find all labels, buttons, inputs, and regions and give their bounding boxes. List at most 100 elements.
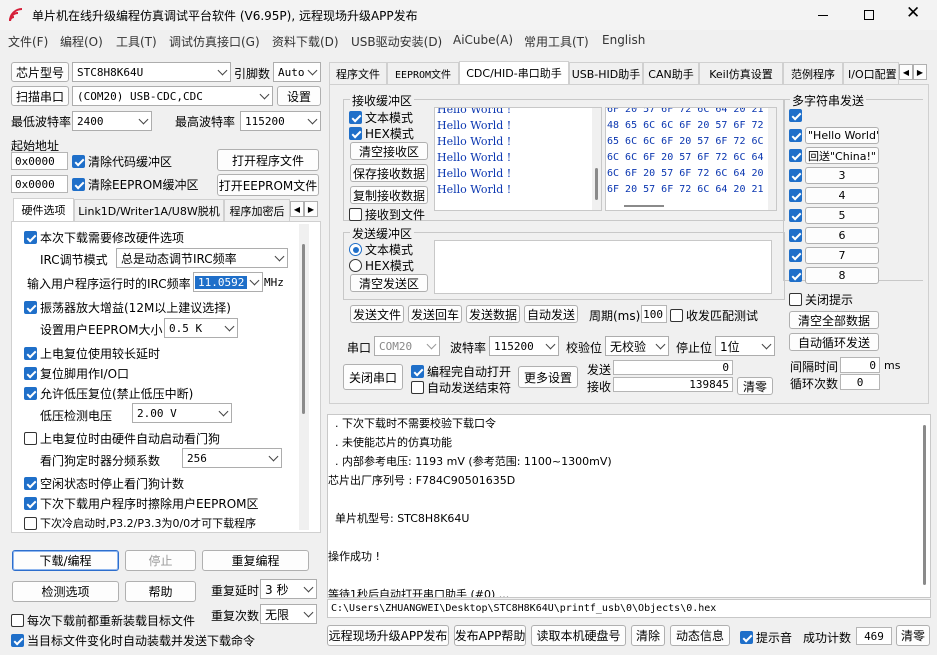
auto-load-on-change-checkbox[interactable]: 当目标文件变化时自动装载并发送下载命令 [11, 632, 255, 649]
period-input[interactable]: 100 [641, 305, 667, 323]
wdt-divider-select[interactable]: 256 [182, 448, 282, 468]
recv-hex-mode-checkbox[interactable]: HEX模式 [349, 125, 414, 142]
multi-string-checkbox[interactable] [789, 189, 802, 202]
receive-text-area[interactable]: Hello World ! Hello World ! Hello World … [434, 107, 602, 211]
menu-tools[interactable]: 工具(T) [116, 33, 157, 50]
menu-download[interactable]: 资料下载(D) [272, 33, 339, 50]
close-tip-checkbox[interactable]: 关闭提示 [789, 291, 853, 308]
output-log[interactable]: . 下次下载时不需要校验下载口令 . 未使能芯片的仿真功能 . 内部参考电压: … [327, 414, 931, 598]
reload-before-download-checkbox[interactable]: 每次下载前都重新装载目标文件 [11, 612, 195, 629]
menu-english[interactable]: English [602, 33, 645, 47]
long-reset-delay-checkbox[interactable]: 上电复位使用较长延时 [24, 345, 160, 362]
receive-hex-scrollbar[interactable] [768, 108, 776, 210]
send-text-area[interactable] [434, 240, 772, 294]
irc-mode-select[interactable]: 总是动态调节IRC频率 [116, 248, 288, 268]
auto-loop-send-button[interactable]: 自动循环发送 [789, 333, 879, 351]
multi-string-checkbox[interactable] [789, 129, 802, 142]
auto-send-terminator-checkbox[interactable]: 自动发送结束符 [411, 379, 511, 396]
repeat-delay-select[interactable]: 3 秒 [260, 579, 317, 599]
receive-text-scrollbar[interactable] [592, 108, 601, 210]
minimize-button[interactable] [800, 0, 846, 30]
multi-string-send-button[interactable]: 6 [805, 227, 879, 244]
tab-keil-settings[interactable]: Keil仿真设置 [699, 62, 783, 84]
parity-select[interactable]: 无校验 [605, 336, 669, 356]
right-tab-scroll-left-button[interactable]: ◀ [899, 64, 913, 80]
erase-eeprom-checkbox[interactable]: 下次下载用户程序时擦除用户EEPROM区 [24, 495, 259, 512]
menu-file[interactable]: 文件(F) [8, 33, 48, 50]
baud-rate-select[interactable]: 115200 [489, 336, 559, 356]
port-settings-button[interactable]: 设置 [277, 86, 321, 106]
send-cr-button[interactable]: 发送回车 [408, 305, 462, 323]
scan-port-button[interactable]: 扫描串口 [11, 86, 69, 106]
p32-p33-download-checkbox[interactable]: 下次冷启动时,P3.2/P3.3为0/0才可下载程序 [24, 515, 256, 531]
more-settings-button[interactable]: 更多设置 [518, 366, 578, 388]
tab-cdc-serial-helper[interactable]: CDC/HID-串口助手 [459, 61, 569, 84]
tab-eeprom-file[interactable]: EEPROM文件 [387, 62, 459, 84]
tab-program-file[interactable]: 程序文件 [329, 62, 387, 84]
clear-log-button[interactable]: 清除 [631, 625, 665, 646]
reprogram-button[interactable]: 重复编程 [202, 550, 309, 571]
log-scrollbar-thumb[interactable] [923, 425, 926, 585]
receive-hex-area[interactable]: 6F 20 57 6F 72 6C 64 20 21 0D 0A 48 65 6… [605, 107, 777, 211]
options-scrollbar[interactable] [299, 224, 309, 530]
log-scrollbar[interactable] [920, 415, 930, 597]
multi-string-send-button[interactable]: 4 [805, 187, 879, 204]
serial-port-select[interactable]: COM20 [374, 336, 440, 356]
tab-hardware-options[interactable]: 硬件选项 [13, 198, 74, 221]
low-voltage-reset-checkbox[interactable]: 允许低压复位(禁止低压中断) [24, 385, 193, 402]
pin-count-select[interactable]: Auto [273, 62, 321, 82]
beep-checkbox[interactable]: 提示音 [740, 629, 792, 646]
receive-to-file-checkbox[interactable]: 接收到文件 [349, 206, 425, 223]
clear-receive-button[interactable]: 清空接收区 [350, 142, 428, 160]
menu-usb-driver[interactable]: USB驱动安装(D) [351, 33, 442, 50]
read-disk-id-button[interactable]: 读取本机硬盘号 [531, 625, 626, 646]
stop-bits-select[interactable]: 1位 [715, 336, 775, 356]
min-baud-select[interactable]: 2400 [72, 111, 152, 131]
lvd-voltage-select[interactable]: 2.00 V [132, 403, 232, 423]
tab-scroll-right-button[interactable]: ▶ [304, 201, 318, 217]
multi-string-send-button[interactable]: 7 [805, 247, 879, 264]
tab-usb-hid-helper[interactable]: USB-HID助手 [569, 62, 643, 84]
open-program-file-button[interactable]: 打开程序文件 [217, 149, 319, 171]
check-options-button[interactable]: 检测选项 [12, 581, 119, 602]
auto-send-button[interactable]: 自动发送 [524, 305, 578, 323]
idle-watchdog-checkbox[interactable]: 空闲状态时停止看门狗计数 [24, 475, 184, 492]
send-text-mode-radio[interactable]: 文本模式 [349, 241, 413, 258]
tab-examples[interactable]: 范例程序 [783, 62, 843, 84]
code-address-input[interactable]: 0x0000 [11, 152, 68, 170]
stop-button[interactable]: 停止 [125, 550, 196, 571]
clear-all-data-button[interactable]: 清空全部数据 [789, 311, 879, 329]
multi-string-send-button[interactable]: "Hello World" [805, 127, 879, 144]
modify-hardware-checkbox[interactable]: 本次下载需要修改硬件选项 [24, 229, 184, 246]
clear-code-buffer-checkbox[interactable]: 清除代码缓冲区 [72, 153, 172, 170]
hw-watchdog-checkbox[interactable]: 上电复位时由硬件自动启动看门狗 [24, 430, 220, 447]
max-baud-select[interactable]: 115200 [240, 111, 321, 131]
close-serial-port-button[interactable]: 关闭串口 [343, 364, 403, 390]
multi-string-send-button[interactable]: 回送"China!" [805, 147, 879, 164]
multi-string-checkbox[interactable] [789, 169, 802, 182]
open-eeprom-file-button[interactable]: 打开EEPROM文件 [217, 174, 319, 196]
loop-count-input[interactable]: 0 [840, 374, 880, 390]
multi-string-checkbox[interactable] [789, 109, 802, 122]
right-tab-scroll-right-button[interactable]: ▶ [913, 64, 927, 80]
tab-encryption[interactable]: 程序加密后 [224, 199, 290, 221]
tab-link1d-offline[interactable]: Link1D/Writer1A/U8W脱机 [74, 199, 224, 221]
publish-app-help-button[interactable]: 发布APP帮助 [454, 625, 526, 646]
menu-common-tools[interactable]: 常用工具(T) [524, 33, 589, 50]
multi-string-checkbox[interactable] [789, 149, 802, 162]
menu-aicube[interactable]: AiCube(A) [453, 33, 513, 47]
multi-string-send-button[interactable]: 8 [805, 267, 879, 284]
menu-program[interactable]: 编程(O) [60, 33, 103, 50]
options-scrollbar-thumb[interactable] [302, 244, 305, 414]
send-hex-mode-radio[interactable]: HEX模式 [349, 257, 414, 274]
interval-input[interactable]: 0 [840, 357, 880, 373]
save-receive-button[interactable]: 保存接收数据 [350, 164, 428, 182]
reset-pin-io-checkbox[interactable]: 复位脚用作I/O口 [24, 365, 129, 382]
send-data-button[interactable]: 发送数据 [466, 305, 520, 323]
multi-string-checkbox[interactable] [789, 229, 802, 242]
repeat-count-select[interactable]: 无限 [260, 604, 317, 624]
reset-counter-button[interactable]: 清零 [737, 377, 773, 395]
multi-string-send-button[interactable]: 5 [805, 207, 879, 224]
tab-io-config[interactable]: I/O口配置 [843, 62, 899, 84]
reset-success-count-button[interactable]: 清零 [896, 625, 930, 646]
